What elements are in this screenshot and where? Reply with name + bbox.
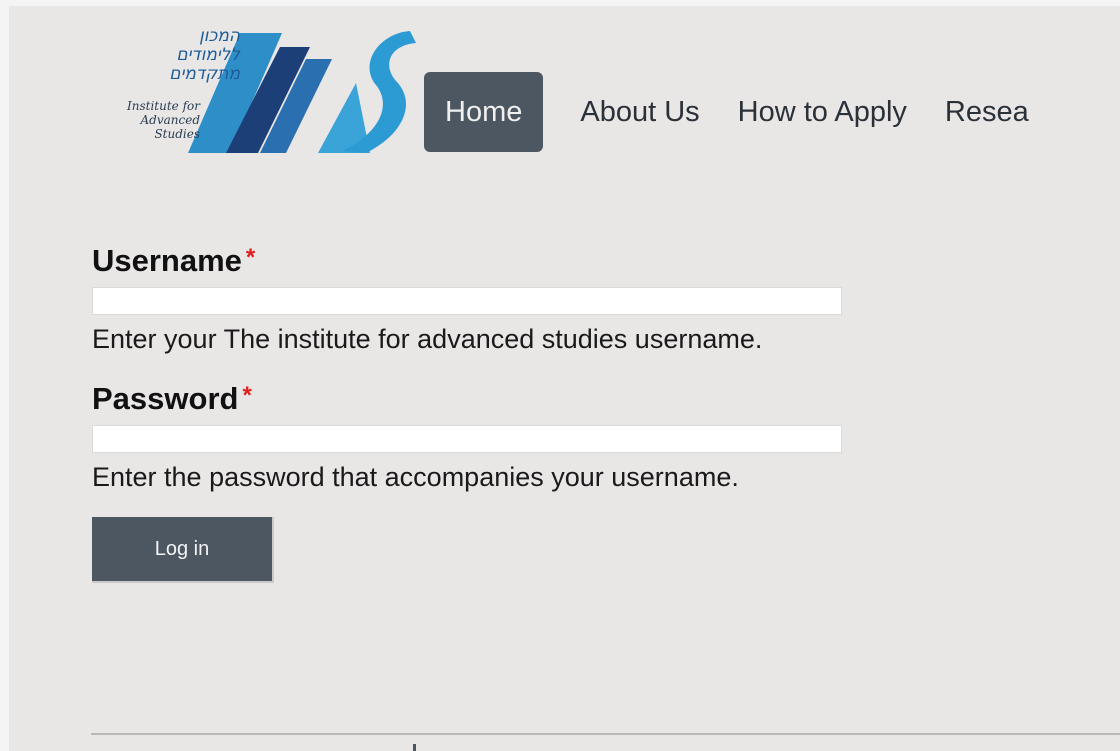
login-form: Username * Enter your The institute for a… (92, 241, 1092, 583)
username-field-group: Username * Enter your The institute for a… (92, 241, 1092, 357)
password-label-text: Password (92, 381, 239, 416)
site-logo[interactable]: המכון ללימודים מתקדמים Institute for Adv… (80, 23, 420, 158)
password-label: Password * (92, 379, 1092, 419)
nav-item-how-to-apply[interactable]: How to Apply (719, 72, 926, 152)
logo-english-text: Institute for Advanced Studies (94, 99, 200, 141)
required-marker: * (245, 244, 256, 271)
username-description: Enter your The institute for advanced st… (92, 324, 763, 354)
logo-hebrew-line: ללימודים (176, 45, 240, 65)
password-description: Enter the password that accompanies your… (92, 462, 739, 492)
footer-divider (91, 733, 1120, 735)
logo-english-line: Studies (154, 127, 200, 141)
logo-english-line: Advanced (140, 113, 200, 127)
password-input[interactable] (92, 425, 842, 453)
nav-item-about-us[interactable]: About Us (561, 72, 718, 152)
footer-marker (413, 744, 416, 751)
logo-hebrew-line: המכון (199, 26, 240, 46)
login-button[interactable]: Log in (92, 517, 274, 583)
logo-english-line: Institute for (127, 99, 200, 113)
logo-hebrew-text: המכון ללימודים מתקדמים (169, 27, 240, 84)
password-field-group: Password * Enter the password that accomp… (92, 379, 1092, 495)
main-nav: Home About Us How to Apply Resea (424, 71, 1048, 153)
nav-item-home[interactable]: Home (424, 72, 544, 152)
required-marker: * (242, 382, 252, 409)
username-label: Username * (92, 241, 1092, 281)
nav-item-research[interactable]: Resea (926, 72, 1048, 152)
page: המכון ללימודים מתקדמים Institute for Adv… (9, 6, 1120, 751)
username-input[interactable] (92, 287, 842, 315)
logo-hebrew-line: מתקדמים (169, 64, 240, 84)
username-label-text: Username (92, 243, 242, 278)
